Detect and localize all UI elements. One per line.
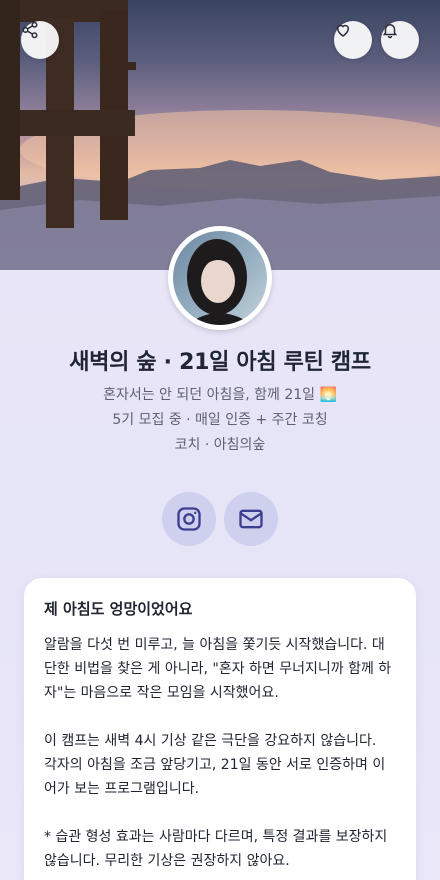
avatar (168, 226, 272, 330)
card-paragraph-2: 이 캠프는 새벽 4시 기상 같은 극단을 강요하지 않습니다. (44, 733, 377, 749)
mail-button[interactable] (224, 492, 278, 546)
intro-card: 제 아침도 엉망이었어요 알람을 다섯 번 미루고, 늘 아침을 쫓기듯 시작했… (24, 578, 416, 880)
mail-icon (239, 509, 263, 529)
card-paragraph-3: 각자의 아침을 조금 앞당기고, 21일 동안 서로 인증하며 이어가 보는 프… (44, 757, 386, 797)
tagline: 혼자서는 안 되던 아침을, 함께 21일 🌅 (0, 384, 440, 404)
page-title: 새벽의 숲 · 21일 아침 루틴 캠프 (69, 350, 371, 375)
coach-label: 코치 · 아침의숲 (174, 437, 266, 453)
card-heading: 제 아침도 엉망이었어요 (44, 600, 193, 618)
sunrise-icon: 🌅 (319, 387, 337, 403)
recruit-info: 5기 모집 중 · 매일 인증 + 주간 코칭 (112, 412, 328, 428)
card-disclaimer: * 습관 형성 효과는 사람마다 다르며, 특정 결과를 보장하지 않습니다. … (44, 829, 388, 869)
share-button[interactable] (21, 21, 59, 59)
bell-icon (382, 24, 398, 39)
card-paragraph-1: 알람을 다섯 번 미루고, 늘 아침을 쫓기듯 시작했습니다. 대단한 비법을 … (44, 637, 392, 701)
instagram-icon (177, 507, 201, 531)
tagline-text: 혼자서는 안 되던 아침을, 함께 21일 (103, 387, 316, 403)
like-button[interactable] (334, 21, 372, 59)
heart-icon (336, 24, 350, 37)
share-icon (22, 21, 38, 39)
notification-button[interactable] (381, 21, 419, 59)
instagram-button[interactable] (162, 492, 216, 546)
avatar-photo (173, 231, 267, 325)
